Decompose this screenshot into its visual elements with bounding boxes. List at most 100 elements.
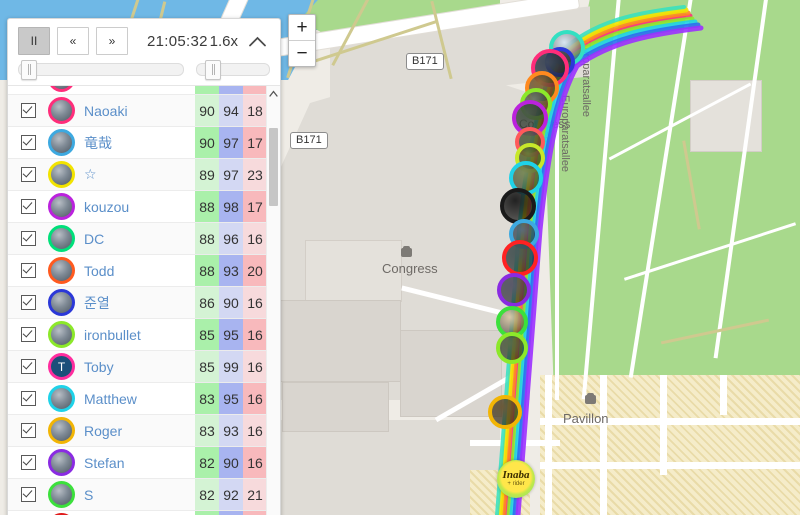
metric-cadence: 90 [223, 454, 239, 471]
avatar[interactable] [48, 97, 75, 124]
rider-marker-10[interactable] [500, 188, 536, 224]
metric-power: 83 [199, 390, 215, 407]
metric-speed: 16 [247, 294, 263, 311]
rider-checkbox[interactable] [21, 359, 36, 374]
rider-checkbox[interactable] [21, 263, 36, 278]
map-zoom-control[interactable]: + − [288, 14, 316, 67]
inaba-marker-label: Inaba [502, 469, 530, 481]
rider-checkbox[interactable] [21, 487, 36, 502]
rider-checkbox[interactable] [21, 85, 36, 86]
metric-speed: 20 [247, 262, 263, 279]
speed-slider[interactable] [196, 60, 270, 80]
table-row[interactable]: DC 88 96 16 [8, 223, 280, 255]
metric-speed: 18 [247, 102, 263, 119]
rider-metrics: 85 95 16 [195, 319, 267, 350]
rider-checkbox[interactable] [21, 455, 36, 470]
avatar[interactable] [48, 129, 75, 156]
rider-checkbox[interactable] [21, 423, 36, 438]
rider-marker-16[interactable] [488, 395, 522, 429]
avatar[interactable] [48, 321, 75, 348]
avatar[interactable] [48, 289, 75, 316]
time-slider-knob[interactable] [21, 60, 37, 80]
speed-slider-knob[interactable] [205, 60, 221, 80]
table-row[interactable]: Roger 83 93 16 [8, 415, 280, 447]
rider-metrics: 88 93 20 [195, 255, 267, 286]
rider-metrics: 88 98 17 [195, 191, 267, 222]
scrollbar-thumb[interactable] [269, 128, 278, 206]
rewind-button[interactable]: « [57, 27, 89, 55]
rider-marker-12[interactable] [502, 240, 538, 276]
rider-checkbox[interactable] [21, 391, 36, 406]
scroll-up-icon[interactable] [267, 86, 280, 101]
rider-marker-15[interactable] [496, 332, 528, 364]
metric-speed: 21 [247, 486, 263, 503]
inaba-marker[interactable]: Inaba + rider [497, 460, 535, 498]
avatar[interactable] [48, 161, 75, 188]
rider-rows: Naoaki 90 94 18 竜哉 90 97 17 ☆ 89 97 23 kouzou 88 98 17 D… [8, 85, 280, 515]
table-row[interactable]: Naoaki 90 94 18 [8, 95, 280, 127]
table-row[interactable] [8, 85, 280, 95]
rider-checkbox[interactable] [21, 199, 36, 214]
metric-speed [243, 86, 267, 94]
metric-power: 85 [199, 358, 215, 375]
avatar[interactable] [48, 257, 75, 284]
table-row[interactable]: 789716 [8, 511, 280, 515]
rider-metrics: 86 90 16 [195, 287, 267, 318]
chevron-up-icon[interactable] [244, 30, 270, 52]
table-row[interactable]: 竜哉 90 97 17 [8, 127, 280, 159]
table-row[interactable]: Matthew 83 95 16 [8, 383, 280, 415]
rider-metrics: 90 94 18 [195, 95, 267, 126]
rider-checkbox[interactable] [21, 167, 36, 182]
table-row[interactable]: ironbullet 85 95 16 [8, 319, 280, 351]
metric-power: 82 [199, 486, 215, 503]
zoom-in-button[interactable]: + [289, 15, 315, 41]
slider-row [8, 59, 280, 85]
avatar[interactable] [48, 225, 75, 252]
avatar[interactable] [48, 86, 75, 92]
avatar[interactable] [48, 385, 75, 412]
avatar[interactable] [48, 193, 75, 220]
time-slider[interactable] [18, 60, 184, 80]
rider-checkbox[interactable] [21, 295, 36, 310]
avatar[interactable] [48, 449, 75, 476]
metric-power: 89 [199, 166, 215, 183]
rider-checkbox[interactable] [21, 231, 36, 246]
list-scrollbar[interactable] [266, 86, 280, 515]
rider-list[interactable]: Naoaki 90 94 18 竜哉 90 97 17 ☆ 89 97 23 kouzou 88 98 17 D… [8, 85, 280, 515]
metric-cadence: 94 [223, 102, 239, 119]
table-row[interactable]: S 82 92 21 [8, 479, 280, 511]
table-row[interactable]: Stefan 82 90 16 [8, 447, 280, 479]
metric-power: 82 [199, 454, 215, 471]
metric-speed: 17 [247, 198, 263, 215]
rider-metrics: 789716 [195, 511, 267, 515]
rider-panel: II « » 21:05:32 1.6x Naoaki 90 94 18 竜哉 90 9 [7, 18, 281, 515]
rider-checkbox[interactable] [21, 135, 36, 150]
avatar[interactable] [48, 481, 75, 508]
pause-button[interactable]: II [18, 27, 50, 55]
avatar[interactable]: T [48, 353, 75, 380]
playback-controls: II « » 21:05:32 1.6x [8, 19, 280, 59]
metric-cadence: 90 [223, 294, 239, 311]
metric-power: 86 [199, 294, 215, 311]
rider-metrics: 83 95 16 [195, 383, 267, 414]
zoom-out-button[interactable]: − [289, 41, 315, 66]
avatar[interactable] [48, 417, 75, 444]
metric-power: 78 [195, 511, 219, 515]
rider-marker-13[interactable] [497, 273, 531, 307]
rider-checkbox[interactable] [21, 327, 36, 342]
table-row[interactable]: 준열 86 90 16 [8, 287, 280, 319]
table-row[interactable]: kouzou 88 98 17 [8, 191, 280, 223]
rider-checkbox[interactable] [21, 103, 36, 118]
metric-cadence [219, 86, 243, 94]
metric-cadence: 97 [223, 166, 239, 183]
metric-speed: 16 [247, 390, 263, 407]
table-row[interactable]: ☆ 89 97 23 [8, 159, 280, 191]
metric-speed: 16 [247, 454, 263, 471]
table-row[interactable]: Todd 88 93 20 [8, 255, 280, 287]
table-row[interactable]: T Toby 85 99 16 [8, 351, 280, 383]
avatar-initial: T [57, 359, 66, 374]
metric-speed: 16 [247, 422, 263, 439]
metric-speed: 16 [243, 511, 267, 515]
metric-power: 88 [199, 230, 215, 247]
fast-forward-button[interactable]: » [96, 27, 128, 55]
